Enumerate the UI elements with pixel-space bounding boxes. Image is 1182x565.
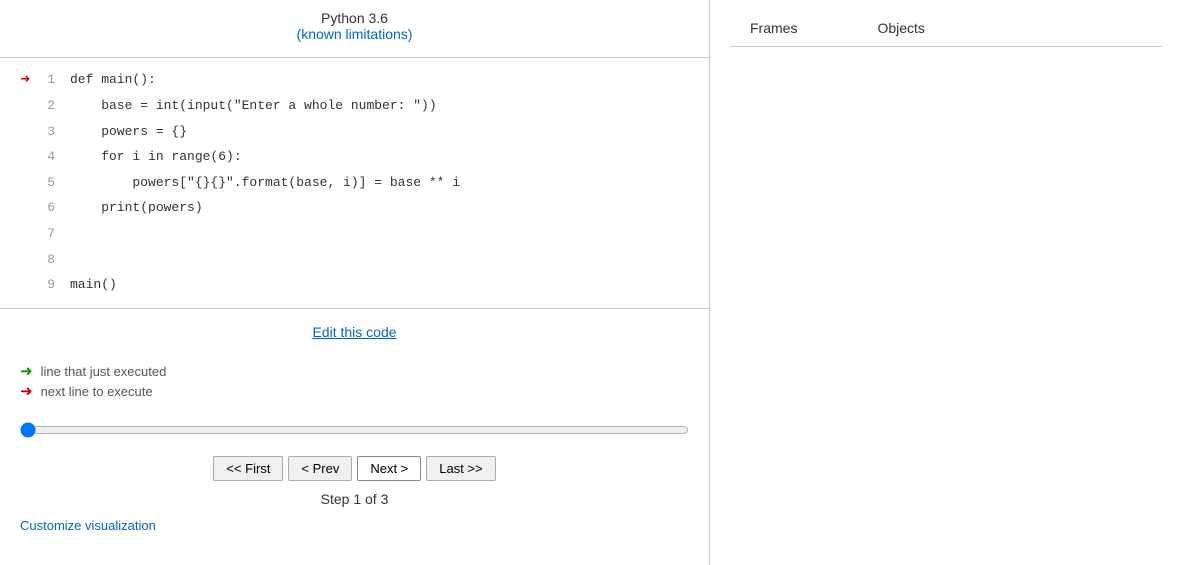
right-panel-header: Frames Objects — [730, 10, 1162, 47]
line-code: main() — [70, 275, 117, 296]
first-button[interactable]: << First — [213, 456, 283, 481]
edit-code-link[interactable]: Edit this code — [312, 324, 396, 340]
objects-label: Objects — [877, 20, 924, 36]
code-display: ➜1def main():➜2 base = int(input("Enter … — [0, 63, 709, 303]
controls-row: << First < Prev Next > Last >> — [0, 456, 709, 481]
line-code: for i in range(6): — [70, 147, 242, 168]
legend: ➜ line that just executed ➜ next line to… — [0, 355, 709, 407]
divider-top — [0, 57, 709, 58]
panel-header: Python 3.6 (known limitations) — [0, 10, 709, 42]
line-number: 2 — [35, 96, 55, 117]
code-line: ➜5 powers["{}{}".format(base, i)] = base… — [0, 170, 709, 196]
prev-button[interactable]: < Prev — [288, 456, 352, 481]
code-line: ➜2 base = int(input("Enter a whole numbe… — [0, 94, 709, 120]
step-indicator: Step 1 of 3 — [0, 491, 709, 507]
line-arrow-icon: ➜ — [0, 273, 30, 299]
line-arrow-icon: ➜ — [0, 119, 30, 145]
green-arrow-icon: ➜ — [20, 362, 33, 380]
line-arrow-icon: ➜ — [0, 68, 30, 94]
language-title: Python 3.6 — [0, 10, 709, 26]
code-line: ➜3 powers = {} — [0, 119, 709, 145]
code-line: ➜8 — [0, 247, 709, 273]
legend-green-label: line that just executed — [41, 364, 167, 379]
code-line: ➜1 def main(): — [0, 68, 709, 94]
line-code: powers["{}{}".format(base, i)] = base **… — [70, 173, 460, 194]
customize-link[interactable]: Customize visualization — [20, 518, 156, 533]
code-line: ➜4 for i in range(6): — [0, 145, 709, 171]
line-number: 8 — [35, 250, 55, 271]
line-code: def main(): — [70, 70, 156, 91]
line-number: 3 — [35, 122, 55, 143]
line-arrow-icon: ➜ — [0, 94, 30, 120]
line-arrow-icon: ➜ — [0, 247, 30, 273]
line-number: 9 — [35, 275, 55, 296]
red-arrow-icon: ➜ — [20, 382, 33, 400]
known-limitations-link[interactable]: (known limitations) — [297, 26, 413, 42]
slider-row — [0, 417, 709, 446]
right-panel: Frames Objects — [710, 0, 1182, 565]
line-number: 4 — [35, 147, 55, 168]
line-arrow-icon: ➜ — [0, 145, 30, 171]
legend-red: ➜ next line to execute — [20, 382, 689, 400]
code-line: ➜6 print(powers) — [0, 196, 709, 222]
frames-label: Frames — [750, 20, 797, 36]
line-arrow-icon: ➜ — [0, 170, 30, 196]
line-code: print(powers) — [70, 198, 203, 219]
code-line: ➜7 — [0, 222, 709, 248]
last-button[interactable]: Last >> — [426, 456, 495, 481]
step-slider[interactable] — [20, 422, 689, 438]
line-code: powers = {} — [70, 122, 187, 143]
line-number: 6 — [35, 198, 55, 219]
line-number: 7 — [35, 224, 55, 245]
legend-green: ➜ line that just executed — [20, 362, 689, 380]
line-number: 1 — [35, 70, 55, 91]
line-number: 5 — [35, 173, 55, 194]
next-button[interactable]: Next > — [357, 456, 421, 481]
line-arrow-icon: ➜ — [0, 222, 30, 248]
customize-link-row: Customize visualization — [20, 517, 689, 533]
divider-middle — [0, 308, 709, 309]
line-arrow-icon: ➜ — [0, 196, 30, 222]
code-line: ➜9 main() — [0, 273, 709, 299]
legend-red-label: next line to execute — [41, 384, 153, 399]
edit-link-row: Edit this code — [0, 324, 709, 340]
line-code: base = int(input("Enter a whole number: … — [70, 96, 437, 117]
